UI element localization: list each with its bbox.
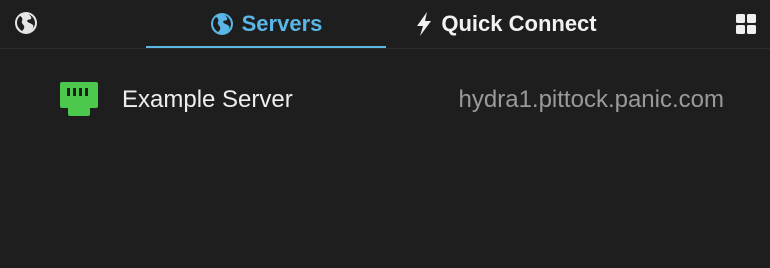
grid-icon[interactable] — [735, 13, 757, 35]
top-toolbar: Servers Quick Connect — [0, 0, 770, 49]
tab-quick-connect-label: Quick Connect — [441, 10, 597, 36]
tab-servers[interactable]: Servers — [146, 0, 386, 48]
lightning-icon — [415, 11, 433, 37]
tab-servers-label: Servers — [241, 10, 323, 36]
server-name: Example Server — [122, 86, 293, 113]
globe-icon — [210, 12, 234, 36]
app-window: Servers Quick Connect Example Server hyd… — [0, 0, 770, 268]
globe-icon[interactable] — [14, 11, 38, 35]
tab-quick-connect[interactable]: Quick Connect — [386, 0, 626, 47]
server-list: Example Server hydra1.pittock.panic.com — [0, 49, 770, 153]
server-host: hydra1.pittock.panic.com — [458, 86, 724, 113]
ethernet-port-icon — [58, 80, 100, 122]
server-row[interactable]: Example Server hydra1.pittock.panic.com — [0, 49, 770, 153]
